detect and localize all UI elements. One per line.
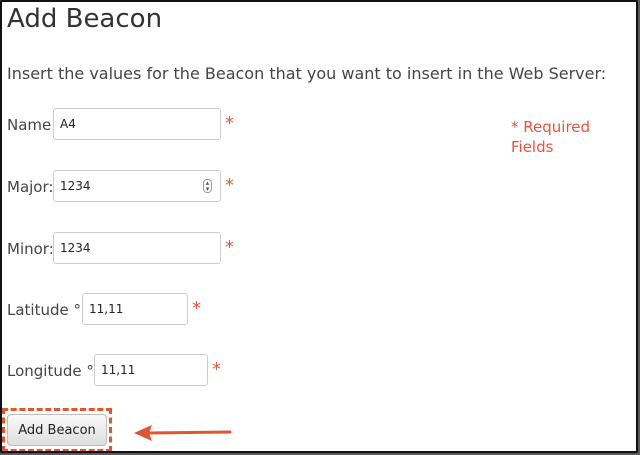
longitude-input[interactable] — [94, 354, 208, 386]
intro-text: Insert the values for the Beacon that yo… — [7, 64, 607, 83]
major-required-marker: * — [225, 175, 234, 196]
minor-row: Minor: * — [7, 232, 247, 266]
page-title: Add Beacon — [7, 4, 163, 34]
name-required-marker: * — [225, 113, 234, 134]
latitude-required-marker: * — [192, 298, 201, 319]
minor-required-marker: * — [225, 237, 234, 258]
minor-input[interactable] — [53, 232, 221, 264]
name-row: Name: * — [7, 108, 247, 142]
major-label: Major: — [7, 178, 54, 196]
number-spinner-icon[interactable]: ▴ ▾ — [203, 179, 212, 193]
latitude-label: Latitude ° : — [7, 301, 91, 319]
app-window: Add Beacon Insert the values for the Bea… — [0, 0, 638, 453]
required-fields-note: * Required Fields — [511, 118, 591, 156]
left-arrow-icon — [134, 425, 232, 441]
longitude-row: Longitude ° : * — [7, 354, 237, 388]
major-row: Major: ▴▾ * — [7, 170, 247, 204]
latitude-row: Latitude ° : * — [7, 293, 217, 327]
minor-label: Minor: — [7, 240, 54, 258]
longitude-required-marker: * — [212, 359, 221, 380]
latitude-input[interactable] — [82, 293, 188, 325]
add-beacon-button[interactable]: Add Beacon — [7, 414, 107, 446]
major-input[interactable] — [53, 170, 221, 202]
name-label: Name: — [7, 116, 57, 134]
name-input[interactable] — [53, 108, 221, 140]
longitude-label: Longitude ° : — [7, 362, 104, 380]
